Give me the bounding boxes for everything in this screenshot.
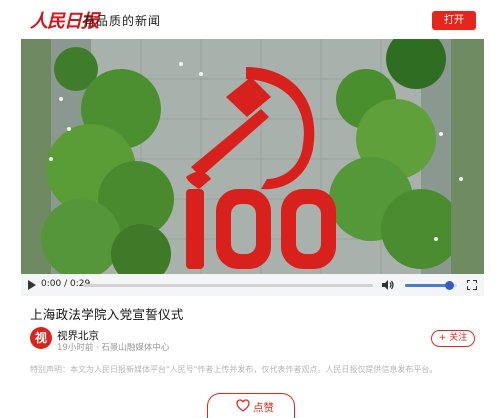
slogan: 有品质的新闻 (83, 14, 162, 28)
like-label: 点赞 (253, 402, 274, 414)
video-frame-image (21, 39, 484, 274)
progress-bar[interactable] (83, 284, 373, 287)
volume-icon[interactable] (381, 279, 395, 291)
video-player[interactable] (21, 39, 484, 274)
article-title: 上海政法学院入党宣誓仪式 (30, 307, 184, 322)
author-avatar[interactable]: 视 (30, 327, 52, 349)
like-button[interactable]: 点赞 (207, 393, 295, 418)
video-controls: 0:00 / 0:29 (21, 274, 484, 296)
disclaimer-text: 特别声明：本文为人民日报新媒体平台"人民号"作者上传并发布，仅代表作者观点。人民… (30, 365, 438, 374)
follow-button[interactable]: + 关注 (431, 330, 475, 347)
top-bar: 人民日报 有品质的新闻 打开 (0, 0, 499, 38)
volume-fill (405, 284, 450, 287)
fullscreen-icon[interactable] (465, 278, 478, 291)
volume-slider[interactable] (405, 281, 457, 290)
open-app-button[interactable]: 打开 (432, 11, 476, 30)
heart-icon (236, 399, 250, 412)
volume-knob[interactable] (445, 281, 455, 290)
play-icon[interactable] (28, 280, 36, 290)
publish-meta: 19小时前 · 石景山融媒体中心 (57, 343, 170, 353)
